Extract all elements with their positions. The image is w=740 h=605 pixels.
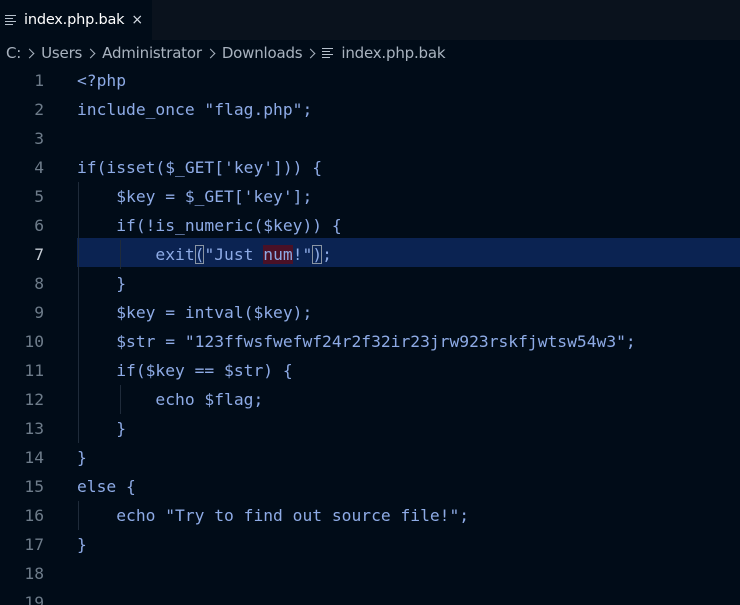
- line-number: 8: [34, 274, 44, 293]
- word-highlight: num: [263, 245, 293, 264]
- code-line: 2 include_once "flag.php";: [0, 95, 740, 124]
- code-line: 1 <?php: [0, 66, 740, 95]
- code-line: 15 else {: [0, 472, 740, 501]
- chevron-right-icon: [85, 48, 96, 58]
- code-line: 19: [0, 588, 740, 605]
- code-text: }: [77, 274, 127, 293]
- line-number: 7: [34, 245, 44, 264]
- code-segment: "Just: [204, 245, 264, 264]
- code-text: else {: [77, 477, 136, 496]
- line-number: 9: [34, 303, 44, 322]
- line-number: 13: [24, 419, 44, 438]
- code-line: 8 }: [0, 269, 740, 298]
- code-text: $key = intval($key);: [77, 303, 313, 322]
- breadcrumb-item-file[interactable]: index.php.bak: [341, 44, 445, 62]
- code-text: <?php: [77, 71, 127, 90]
- code-text: echo "Try to find out source file!";: [77, 506, 470, 525]
- bracket-match-open: (: [194, 245, 205, 264]
- line-number: 15: [24, 477, 44, 496]
- code-line: 6 if(!is_numeric($key)) {: [0, 211, 740, 240]
- code-line-current: 7 exit("Just num!");: [0, 240, 740, 269]
- bracket-match-close: ): [312, 245, 323, 264]
- code-text: if(isset($_GET['key'])) {: [77, 158, 323, 177]
- line-number: 16: [24, 506, 44, 525]
- code-text: }: [77, 448, 87, 467]
- code-segment: !": [292, 245, 313, 264]
- breadcrumb: C: Users Administrator Downloads index.p…: [0, 40, 740, 66]
- code-segment: ;: [322, 245, 332, 264]
- code-text: echo $flag;: [77, 390, 264, 409]
- line-number: 4: [34, 158, 44, 177]
- line-number: 2: [34, 100, 44, 119]
- code-text: exit("Just num!");: [77, 240, 332, 269]
- code-line: 13 }: [0, 414, 740, 443]
- breadcrumb-item-drive[interactable]: C:: [6, 44, 21, 62]
- code-line: 4 if(isset($_GET['key'])) {: [0, 153, 740, 182]
- lines-file-icon: [5, 14, 17, 26]
- close-icon[interactable]: ×: [131, 13, 143, 27]
- code-text: if(!is_numeric($key)) {: [77, 216, 342, 235]
- line-number: 11: [24, 361, 44, 380]
- line-number: 3: [34, 129, 44, 148]
- code-line: 16 echo "Try to find out source file!";: [0, 501, 740, 530]
- code-line: 10 $str = "123ffwsfwefwf24r2f32ir23jrw92…: [0, 327, 740, 356]
- line-number: 14: [24, 448, 44, 467]
- code-line: 12 echo $flag;: [0, 385, 740, 414]
- code-line: 5 $key = $_GET['key'];: [0, 182, 740, 211]
- code-text: }: [77, 535, 87, 554]
- line-number: 12: [24, 390, 44, 409]
- line-number: 19: [24, 593, 44, 605]
- line-number: 18: [24, 564, 44, 583]
- tab-label: index.php.bak: [24, 12, 125, 28]
- lines-file-icon: [322, 47, 334, 59]
- code-text: $str = "123ffwsfwefwf24r2f32ir23jrw923rs…: [77, 332, 636, 351]
- line-number: 5: [34, 187, 44, 206]
- chevron-right-icon: [24, 48, 35, 58]
- code-line: 9 $key = intval($key);: [0, 298, 740, 327]
- code-line: 3: [0, 124, 740, 153]
- chevron-right-icon: [205, 48, 216, 58]
- code-line: 14 }: [0, 443, 740, 472]
- tab-index-php-bak[interactable]: index.php.bak ×: [0, 0, 152, 40]
- breadcrumb-item-downloads[interactable]: Downloads: [222, 44, 303, 62]
- tab-bar: index.php.bak ×: [0, 0, 740, 40]
- code-text: include_once "flag.php";: [77, 100, 313, 119]
- code-editor[interactable]: 1 <?php 2 include_once "flag.php"; 3 4 i…: [0, 66, 740, 605]
- code-line: 18: [0, 559, 740, 588]
- code-line: 11 if($key == $str) {: [0, 356, 740, 385]
- line-number: 17: [24, 535, 44, 554]
- line-number: 1: [34, 71, 44, 90]
- code-text: if($key == $str) {: [77, 361, 293, 380]
- line-number: 10: [24, 332, 44, 351]
- code-text: $key = $_GET['key'];: [77, 187, 313, 206]
- breadcrumb-item-users[interactable]: Users: [41, 44, 82, 62]
- chevron-right-icon: [305, 48, 316, 58]
- code-text: }: [77, 419, 127, 438]
- code-line: 17 }: [0, 530, 740, 559]
- code-segment: exit: [77, 245, 195, 264]
- line-number: 6: [34, 216, 44, 235]
- breadcrumb-item-administrator[interactable]: Administrator: [102, 44, 202, 62]
